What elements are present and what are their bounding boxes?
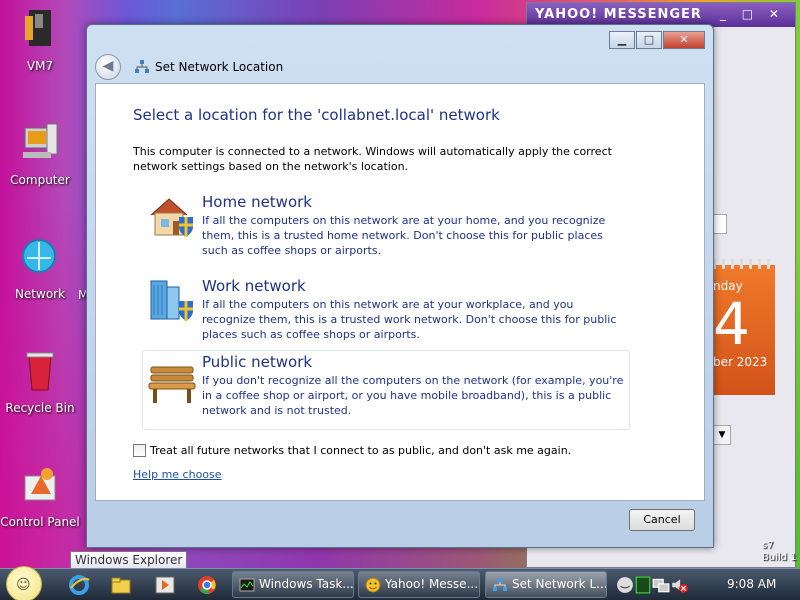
chrome-icon[interactable] [196, 574, 218, 596]
dialog-title: Set Network Location [155, 60, 284, 74]
control-panel-icon [24, 468, 56, 501]
help-me-choose-link[interactable]: Help me choose [133, 468, 222, 481]
task-manager-icon [239, 578, 255, 592]
calendar-date: 4 [713, 290, 750, 358]
task-windows-task-manager[interactable]: Windows Task... [232, 571, 354, 598]
set-network-location-dialog[interactable]: ▁ □ ✕ ◀ Set Network Location Select a lo… [86, 24, 714, 548]
yahoo-calendar-widget: nday 4 ber 2023 [713, 259, 775, 395]
desktop-icon-label: Control Panel [0, 515, 80, 529]
yahoo-build-fragment: s7 Build 1 [762, 540, 797, 563]
treat-as-public-checkbox[interactable] [133, 444, 146, 457]
dialog-content: Select a location for the 'collabnet.loc… [95, 83, 705, 501]
desktop-icon-computer[interactable]: Computer [0, 120, 80, 187]
task-label: Set Network L... [512, 577, 607, 591]
public-network-icon [148, 366, 196, 403]
tray-network-icon[interactable] [652, 576, 670, 594]
windows-explorer-icon[interactable] [110, 574, 132, 596]
dialog-header: ◀ Set Network Location [95, 53, 283, 81]
close-button[interactable]: ✕ [663, 31, 705, 49]
desktop-icon-recycle-bin[interactable]: Recycle Bin [0, 348, 80, 415]
desktop-icon-label: Network [14, 287, 66, 301]
work-network-icon [150, 280, 193, 321]
start-button[interactable]: ☺ [6, 566, 42, 600]
intro-text: This computer is connected to a network.… [133, 145, 612, 173]
tray-volume-muted-icon[interactable] [670, 576, 688, 594]
checkbox-label[interactable]: Treat all future networks that I connect… [150, 444, 571, 457]
yahoo-messenger-icon [365, 577, 381, 593]
task-set-network-location[interactable]: Set Network L... [485, 571, 607, 598]
internet-explorer-icon[interactable] [68, 574, 90, 596]
home-network-icon [150, 198, 193, 237]
desktop-icon-network[interactable]: Network [0, 234, 80, 301]
window-controls: ▁ □ ✕ [608, 31, 705, 49]
desktop-icon-vm7[interactable]: VM7 [0, 6, 80, 73]
option-description: If all the computers on this network are… [202, 298, 617, 341]
desktop-icon-label: Recycle Bin [5, 401, 75, 415]
calendar-rings [713, 259, 775, 269]
desktop-icon-label: Computer [10, 173, 70, 187]
vm-icon [25, 10, 51, 46]
back-button[interactable]: ◀ [95, 54, 121, 80]
media-player-icon[interactable] [154, 574, 176, 596]
option-description: If all the computers on this network are… [202, 214, 606, 257]
option-home-network[interactable]: Home network If all the computers on thi… [142, 190, 630, 268]
yahoo-input-fragment[interactable] [713, 214, 727, 234]
cancel-button[interactable]: Cancel [629, 509, 695, 531]
task-label: Yahoo! Messe... [385, 577, 479, 591]
option-public-network[interactable]: Public network If you don't recognize al… [142, 350, 630, 430]
desktop-icon-control-panel[interactable]: Control Panel [0, 462, 80, 529]
option-title: Public network [202, 353, 313, 371]
minimize-button[interactable]: ▁ [609, 31, 635, 49]
smiley-icon: ☺ [16, 577, 31, 593]
page-heading: Select a location for the 'collabnet.loc… [133, 106, 500, 124]
option-title: Work network [202, 277, 306, 295]
network-icon [22, 239, 56, 273]
network-small-icon [135, 60, 149, 73]
calendar-month: ber 2023 [713, 355, 768, 369]
yahoo-window-controls[interactable]: _ □ ✕ [720, 7, 785, 21]
yahoo-dropdown-fragment[interactable]: ▼ [713, 425, 731, 445]
option-title: Home network [202, 193, 312, 211]
taskbar: ☺ Windows Task... Yahoo! Messe... Set Ne… [0, 566, 800, 600]
treat-as-public-row[interactable]: Treat all future networks that I connect… [133, 444, 571, 457]
recycle-bin-icon [26, 352, 54, 391]
option-description: If you don't recognize all the computers… [202, 374, 624, 417]
task-label: Windows Task... [259, 577, 354, 591]
maximize-button[interactable]: □ [636, 31, 662, 49]
clock[interactable]: 9:08 AM [727, 577, 776, 591]
option-work-network[interactable]: Work network If all the computers on thi… [142, 274, 630, 352]
network-icon [493, 578, 507, 591]
tray-yahoo-icon[interactable] [616, 576, 634, 594]
tray-terminal-icon[interactable] [634, 576, 652, 594]
tooltip: Windows Explorer [70, 551, 188, 569]
computer-icon [23, 123, 58, 158]
desktop-icon-label: VM7 [26, 59, 54, 73]
system-tray [616, 576, 688, 594]
task-yahoo-messenger[interactable]: Yahoo! Messe... [358, 571, 480, 598]
